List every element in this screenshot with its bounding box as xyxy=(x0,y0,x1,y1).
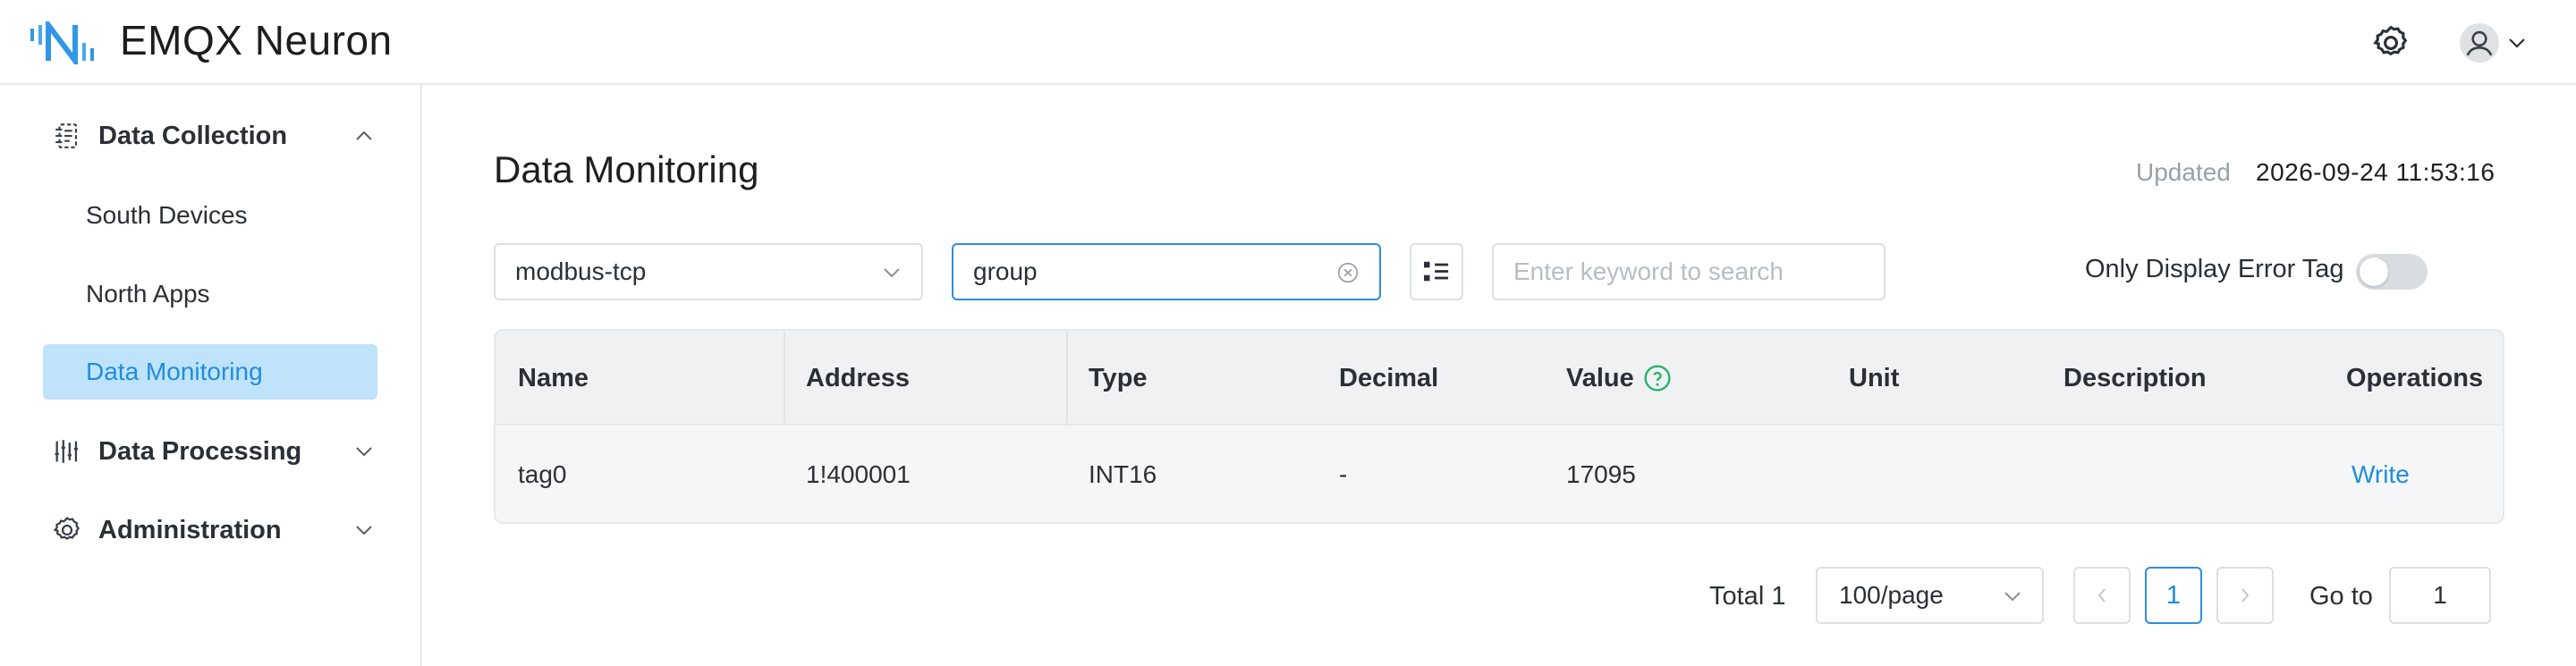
data-processing-icon xyxy=(55,440,79,463)
list-view-toggle-button[interactable] xyxy=(1410,243,1463,300)
sidebar-item-south-devices[interactable]: South Devices xyxy=(43,188,377,243)
chevron-left-icon xyxy=(2097,588,2106,603)
cell-value: 17095 xyxy=(1566,460,1636,488)
chevron-right-icon xyxy=(2241,588,2250,603)
column-header-type: Type xyxy=(1089,363,1148,392)
error-tag-toggle-switch[interactable] xyxy=(2356,254,2428,290)
sidebar-item-north-apps[interactable]: North Apps xyxy=(43,266,377,322)
sidebar-group-data-processing[interactable]: Data Processing xyxy=(43,425,383,478)
gear-icon xyxy=(53,517,80,540)
column-header-value-label: Value xyxy=(1566,363,1634,392)
sidebar: Data Collection South Devices North Apps… xyxy=(0,85,422,666)
sidebar-group-administration[interactable]: Administration xyxy=(43,503,383,557)
column-header-operations: Operations xyxy=(2346,363,2484,392)
sidebar-item-label: North Apps xyxy=(86,280,210,308)
help-icon[interactable] xyxy=(1643,364,1672,392)
table-row: tag0 1!400001 INT16 - 17095 Write xyxy=(496,426,2503,522)
cell-type: INT16 xyxy=(1089,460,1157,488)
column-header-decimal: Decimal xyxy=(1339,363,1439,392)
top-header: EMQX Neuron xyxy=(0,0,2576,85)
cell-name: tag0 xyxy=(518,460,567,488)
error-tag-toggle-label: Only Display Error Tag xyxy=(2085,255,2344,283)
sidebar-item-label: Data Monitoring xyxy=(86,358,263,385)
data-collection-icon xyxy=(55,123,77,148)
chevron-down-icon xyxy=(884,268,900,278)
table-header: Name Address Type Decimal Value Unit Des… xyxy=(496,331,2503,426)
switch-knob xyxy=(2360,257,2388,286)
group-select-value: group xyxy=(973,257,1038,285)
column-header-unit: Unit xyxy=(1849,363,1900,392)
keyword-search-input[interactable] xyxy=(1492,243,1885,300)
page-title: Data Monitoring xyxy=(494,148,759,190)
cell-address: 1!400001 xyxy=(806,460,911,488)
group-select[interactable]: group xyxy=(952,243,1381,300)
chevron-up-icon xyxy=(356,131,372,140)
next-page-button[interactable] xyxy=(2216,567,2274,624)
page-number-button[interactable]: 1 xyxy=(2145,567,2202,624)
column-resize-handle[interactable] xyxy=(784,331,785,426)
list-icon xyxy=(1424,261,1449,282)
goto-label: Go to xyxy=(2309,582,2373,611)
updated-label: Updated xyxy=(2136,158,2231,186)
updated-timestamp: 2026-09-24 11:53:16 xyxy=(2256,158,2496,186)
sidebar-item-data-monitoring[interactable]: Data Monitoring xyxy=(43,344,377,400)
chevron-down-icon xyxy=(2004,592,2021,602)
pagination-total: Total 1 xyxy=(1709,582,1786,611)
chevron-down-icon[interactable] xyxy=(2506,34,2528,52)
chevron-down-icon xyxy=(356,447,372,457)
goto-page-input[interactable] xyxy=(2389,567,2491,624)
clear-icon[interactable] xyxy=(1336,261,1360,284)
tag-data-table: Name Address Type Decimal Value Unit Des… xyxy=(494,329,2504,524)
column-header-address: Address xyxy=(806,363,911,392)
prev-page-button[interactable] xyxy=(2073,567,2131,624)
node-select[interactable]: modbus-tcp xyxy=(494,243,923,300)
column-header-description: Description xyxy=(2063,363,2207,392)
sidebar-group-label: Data Collection xyxy=(98,121,288,150)
sidebar-group-label: Administration xyxy=(98,515,282,544)
gear-icon[interactable] xyxy=(2371,23,2411,63)
sidebar-group-label: Data Processing xyxy=(98,436,302,466)
column-header-value: Value xyxy=(1566,331,1672,426)
cell-decimal: - xyxy=(1339,460,1348,488)
page-size-value: 100/page xyxy=(1839,581,1944,609)
node-select-value: modbus-tcp xyxy=(515,257,647,285)
page-size-select[interactable]: 100/page xyxy=(1816,567,2044,624)
column-resize-handle[interactable] xyxy=(1066,331,1068,426)
user-avatar-icon[interactable] xyxy=(2460,23,2499,63)
neuron-logo-icon xyxy=(30,21,94,64)
app-title: EMQX Neuron xyxy=(120,17,393,63)
chevron-down-icon xyxy=(356,526,372,535)
column-header-name: Name xyxy=(518,363,589,392)
sidebar-item-label: South Devices xyxy=(86,201,248,229)
write-link[interactable]: Write xyxy=(2351,426,2410,522)
sidebar-group-data-collection[interactable]: Data Collection xyxy=(43,109,383,163)
